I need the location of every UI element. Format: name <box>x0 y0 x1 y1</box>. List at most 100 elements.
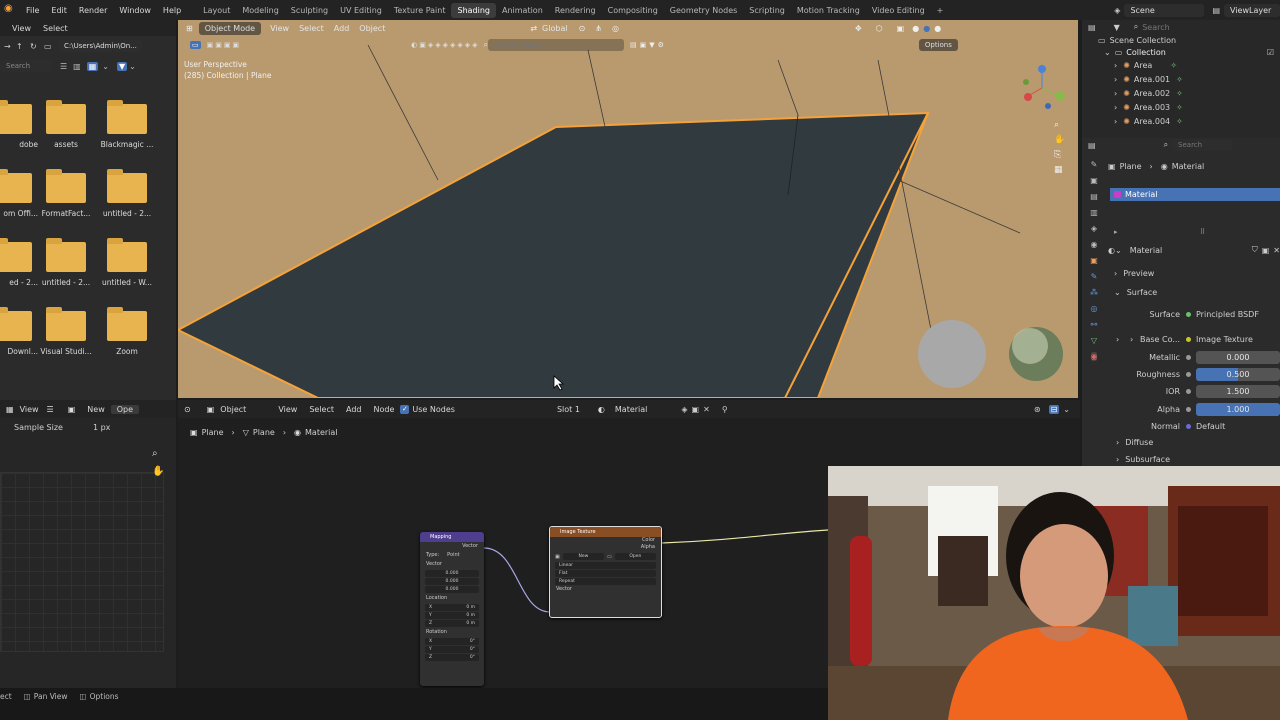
folder-item[interactable]: FormatFact... <box>36 169 96 218</box>
outliner-search-input[interactable]: Search <box>1142 23 1169 32</box>
interpolation-dropdown[interactable]: Linear <box>555 562 656 569</box>
image-open-button[interactable]: Open <box>614 553 656 560</box>
blender-logo-icon[interactable]: ◉ <box>4 3 18 17</box>
tab-video-editing[interactable]: Video Editing <box>866 3 931 18</box>
tab-sculpting[interactable]: Sculpting <box>285 3 334 18</box>
outliner-item[interactable]: › ✺ Area ✧ <box>1082 58 1280 72</box>
open-image-button[interactable]: Ope <box>110 404 140 414</box>
scene-selector[interactable]: Scene <box>1124 3 1205 17</box>
filter-icon[interactable]: ▼ <box>1114 23 1120 32</box>
ne-view-menu[interactable]: View <box>272 405 303 414</box>
outliner-item[interactable]: › ✺ Area.001 ✧ <box>1082 72 1280 86</box>
mapping-vector-x[interactable]: 0.000 <box>425 570 479 577</box>
list-view-icon[interactable]: ☰ <box>60 62 67 71</box>
sort-dropdown-icon[interactable]: ⌄ <box>102 62 109 71</box>
world-tab-icon[interactable]: ◉ <box>1091 240 1098 249</box>
snap-dropdown-icon[interactable]: ⌄ <box>1063 405 1070 414</box>
extension-dropdown[interactable]: Repeat <box>555 578 656 585</box>
mapping-type-row[interactable]: Type: Point <box>420 551 484 560</box>
slot-list-expand-icon[interactable]: ▸ <box>1114 228 1118 236</box>
zoom-icon[interactable]: ⌕ <box>152 448 158 459</box>
orientation-dropdown[interactable]: Global <box>537 22 573 35</box>
image-texture-node[interactable]: Image Texture Color Alpha ▣ New ▭ Open L… <box>549 526 662 618</box>
fb-view-menu[interactable]: View <box>6 24 37 33</box>
vp-view-menu[interactable]: View <box>265 22 294 35</box>
compact-view-icon[interactable]: ▥ <box>73 62 81 71</box>
properties-search-input[interactable]: Search <box>1172 139 1233 151</box>
alpha-slider[interactable]: 1.000 <box>1196 402 1280 416</box>
view-layer-tab-icon[interactable]: ▥ <box>1090 208 1098 217</box>
subsurface-section-header[interactable]: › Subsurface <box>1116 455 1170 464</box>
tab-uv-editing[interactable]: UV Editing <box>334 3 388 18</box>
image-node-title[interactable]: Image Texture <box>550 527 661 537</box>
material-slot-item[interactable]: Material <box>1110 188 1280 201</box>
fake-user-shield-icon[interactable]: ⛉ <box>1252 245 1258 255</box>
tab-modeling[interactable]: Modeling <box>236 3 284 18</box>
folder-item[interactable]: untitled - W... <box>97 238 157 287</box>
image-canvas[interactable] <box>0 472 164 652</box>
folder-item[interactable]: untitled - 2... <box>36 238 96 287</box>
menu-lines-icon[interactable]: ☰ <box>47 405 54 414</box>
menu-help[interactable]: Help <box>157 6 187 15</box>
physics-tab-icon[interactable]: ◎ <box>1091 304 1098 313</box>
scene-collection-row[interactable]: ▭ Scene Collection <box>1082 34 1280 46</box>
blendkit-search-input[interactable]: Search Blendkit <box>487 39 624 51</box>
mapping-vector-y[interactable]: 0.000 <box>425 578 479 585</box>
menu-edit[interactable]: Edit <box>45 6 73 15</box>
tab-texture-paint[interactable]: Texture Paint <box>388 3 452 18</box>
mapping-vector-z[interactable]: 0.000 <box>425 586 479 593</box>
blendkit-tools-icons[interactable]: ▤▣▼⚙ <box>630 41 667 49</box>
thumbnail-view-icon[interactable]: ▦ <box>86 61 99 71</box>
slot-dropdown[interactable]: Slot 1 <box>551 405 586 414</box>
diffuse-section-header[interactable]: › Diffuse <box>1116 438 1153 447</box>
viewport-options-button[interactable]: Options <box>918 39 958 51</box>
snap-icon[interactable]: ⋔ <box>595 24 602 33</box>
shader-type-dropdown[interactable]: Object <box>214 405 252 414</box>
outliner-item[interactable]: › ✺ Area.004 ✧ <box>1082 114 1280 128</box>
shading-solid-icon[interactable]: ● <box>912 24 919 33</box>
roughness-slider[interactable]: 0.500 <box>1196 367 1280 381</box>
mapping-rotation-y[interactable]: Y 0° <box>425 646 479 653</box>
mapping-type-value[interactable]: Point <box>447 551 459 560</box>
pan-hand-icon[interactable]: ✋ <box>1054 135 1065 145</box>
tab-compositing[interactable]: Compositing <box>602 3 664 18</box>
mapping-location-z[interactable]: Z 0 m <box>425 620 479 627</box>
tab-motion-tracking[interactable]: Motion Tracking <box>791 3 866 18</box>
image-input-vector[interactable]: Vector <box>550 586 661 593</box>
tab-rendering[interactable]: Rendering <box>549 3 602 18</box>
sample-size-value[interactable]: 1 px <box>93 423 110 432</box>
image-editor-type-icon[interactable]: ▦ <box>6 405 14 414</box>
new-folder-icon[interactable]: ▭ <box>44 42 58 51</box>
outliner-item[interactable]: › ✺ Area.002 ✧ <box>1082 86 1280 100</box>
pan-hand-icon[interactable]: ✋ <box>152 466 164 477</box>
pivot-icon[interactable]: ⊙ <box>579 24 586 33</box>
tool-tab-icon[interactable]: ✎ <box>1091 160 1098 169</box>
tab-animation[interactable]: Animation <box>496 3 549 18</box>
snap-node-icon[interactable]: ⊟ <box>1048 404 1060 414</box>
duplicate-material-icon[interactable]: ▣ <box>1262 246 1270 255</box>
mapping-rotation-z[interactable]: Z 0° <box>425 654 479 661</box>
select-mode-icons[interactable]: ▣▣▣▣ <box>207 41 241 49</box>
xray-icon[interactable]: ▣ <box>897 24 905 33</box>
3d-viewport[interactable]: ⊞ Object Mode View Select Add Object ⇄ G… <box>178 20 1078 398</box>
unlink-material-icon[interactable]: ✕ <box>1273 246 1280 255</box>
vp-object-menu[interactable]: Object <box>354 22 390 35</box>
image-browse-icon[interactable]: ▣ <box>555 554 560 560</box>
mapping-rotation-x[interactable]: X 0° <box>425 638 479 645</box>
outliner-type-icon[interactable]: ▤ <box>1088 23 1096 32</box>
filter-dropdown-icon[interactable]: ⌄ <box>129 62 136 71</box>
use-nodes-checkbox[interactable]: ✓ <box>400 404 410 414</box>
properties-type-icon[interactable]: ▤ <box>1088 141 1096 150</box>
mapping-node-title[interactable]: Mapping <box>420 532 484 542</box>
preview-section-header[interactable]: › Preview <box>1114 269 1154 278</box>
forward-icon[interactable]: → <box>4 42 16 51</box>
chevron-right-icon[interactable]: › <box>1116 335 1119 344</box>
overlay-icon[interactable]: ⬡ <box>876 24 883 33</box>
surface-section-header[interactable]: ⌄ Surface <box>1114 288 1157 297</box>
projection-dropdown[interactable]: Flat <box>555 570 656 577</box>
scene-tab-icon[interactable]: ◈ <box>1091 224 1097 233</box>
refresh-icon[interactable]: ↻ <box>30 42 44 51</box>
fb-search-input[interactable]: Search <box>0 60 52 72</box>
select-box-icon[interactable]: ▭ <box>190 41 201 49</box>
folder-item[interactable]: Visual Studi... <box>36 307 96 356</box>
